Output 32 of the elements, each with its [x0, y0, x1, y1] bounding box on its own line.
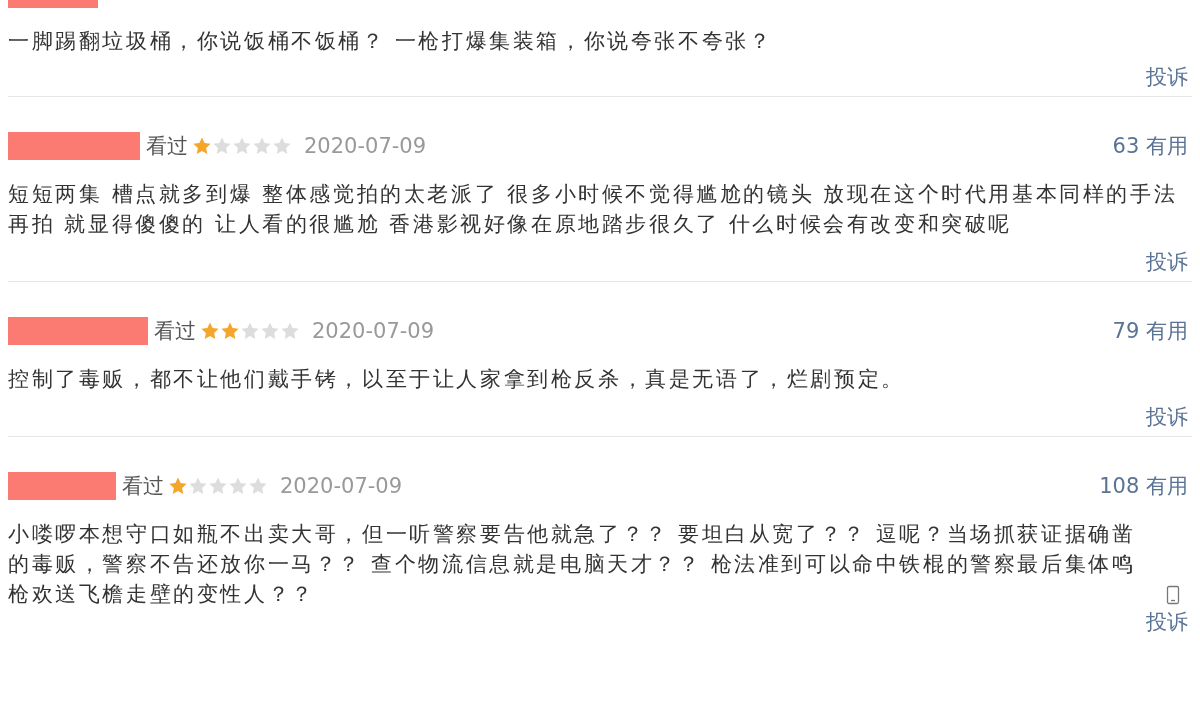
watch-status: 看过 [146, 133, 188, 160]
comment-text: 短短两集 槽点就多到爆 整体感觉拍的太老派了 很多小时候不觉得尴尬的镜头 放现在这个时代用基本同样的手法再拍 就显得傻傻的 让人看的很尴尬 香港影视好像在原地踏步很久了 什么时候会有改变和突破呢 [8, 181, 1179, 238]
star-icon [248, 476, 268, 496]
star-icon [208, 476, 228, 496]
star-icon [192, 136, 212, 156]
star-icon [272, 136, 292, 156]
comment-text: 一脚踢翻垃圾桶，你说饭桶不饭桶？ 一枪打爆集装箱，你说夸张不夸张？ [8, 28, 774, 55]
useful-votes[interactable]: 79 有用 [1112, 317, 1192, 345]
comment-text: 小喽啰本想守口如瓶不出卖大哥，但一听警察要告他就急了？？ 要坦白从宽了？？ 逗呢？当场抓获证据确凿的毒贩，警察不告还放你一马？？ 查个物流信息就是电脑天才？？ 枪法准到可以命中铁棍的警察最后集体鸣枪欢送飞檐走壁的变性人？？ [8, 521, 1137, 608]
watch-status: 看过 [154, 318, 196, 345]
star-icon [220, 321, 240, 341]
comment-date: 2020-07-09 [280, 474, 403, 498]
star-icon [252, 136, 272, 156]
report-link[interactable]: 投诉 [1146, 64, 1192, 90]
comment-date: 2020-07-09 [304, 134, 427, 158]
star-icon [240, 321, 260, 341]
report-link[interactable]: 投诉 [1146, 249, 1192, 275]
star-icon [228, 476, 248, 496]
star-icon [200, 321, 220, 341]
report-link[interactable]: 投诉 [1146, 609, 1192, 635]
comment-text: 控制了毒贩，都不让他们戴手铐，以至于让人家拿到枪反杀，真是无语了，烂剧预定。 [8, 366, 906, 393]
useful-votes[interactable]: 108 有用 [1099, 472, 1192, 500]
comment-date: 2020-07-09 [312, 319, 435, 343]
useful-votes[interactable]: 63 有用 [1112, 132, 1192, 160]
star-icon [168, 476, 188, 496]
star-icon [212, 136, 232, 156]
star-icon [260, 321, 280, 341]
report-link[interactable]: 投诉 [1146, 404, 1192, 430]
star-icon [280, 321, 300, 341]
star-icon [232, 136, 252, 156]
star-icon [188, 476, 208, 496]
watch-status: 看过 [122, 473, 164, 500]
